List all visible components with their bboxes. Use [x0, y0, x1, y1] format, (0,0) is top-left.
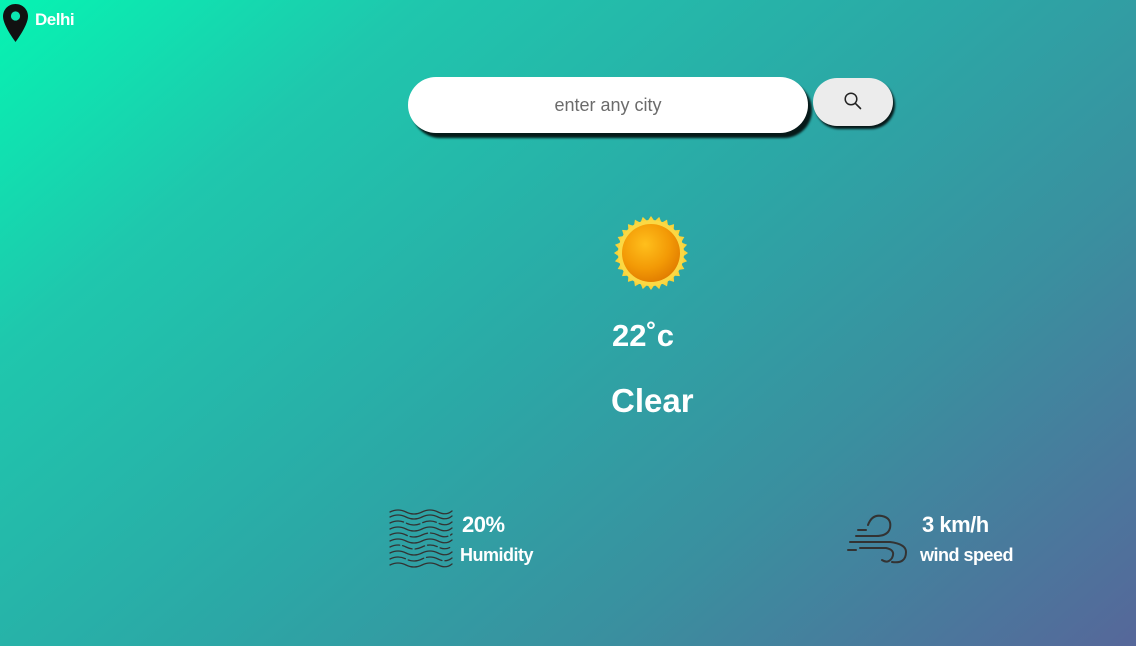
sun-icon: [613, 215, 689, 291]
humidity-stat: 20% Humidity: [388, 506, 534, 573]
city-name: Delhi: [35, 10, 75, 29]
weather-condition: Clear: [611, 382, 694, 419]
temperature-value: 22: [612, 318, 647, 353]
city-search-input[interactable]: [408, 77, 808, 133]
wind-stat: 3 km/h wind speed: [846, 506, 1014, 573]
search-button[interactable]: [813, 78, 893, 126]
temperature-display: 22˚c: [612, 318, 674, 354]
humidity-value: 20%: [462, 511, 505, 537]
wind-speed-value: 3 km/h: [922, 511, 989, 537]
wind-icon: [846, 506, 914, 573]
humidity-label: Humidity: [460, 544, 534, 565]
location-display: Delhi: [2, 3, 75, 43]
wind-speed-label: wind speed: [920, 544, 1014, 565]
map-pin-icon: [2, 3, 29, 43]
humidity-icon: [388, 506, 454, 573]
temperature-unit: ˚c: [646, 318, 675, 353]
search-icon: [843, 91, 863, 114]
